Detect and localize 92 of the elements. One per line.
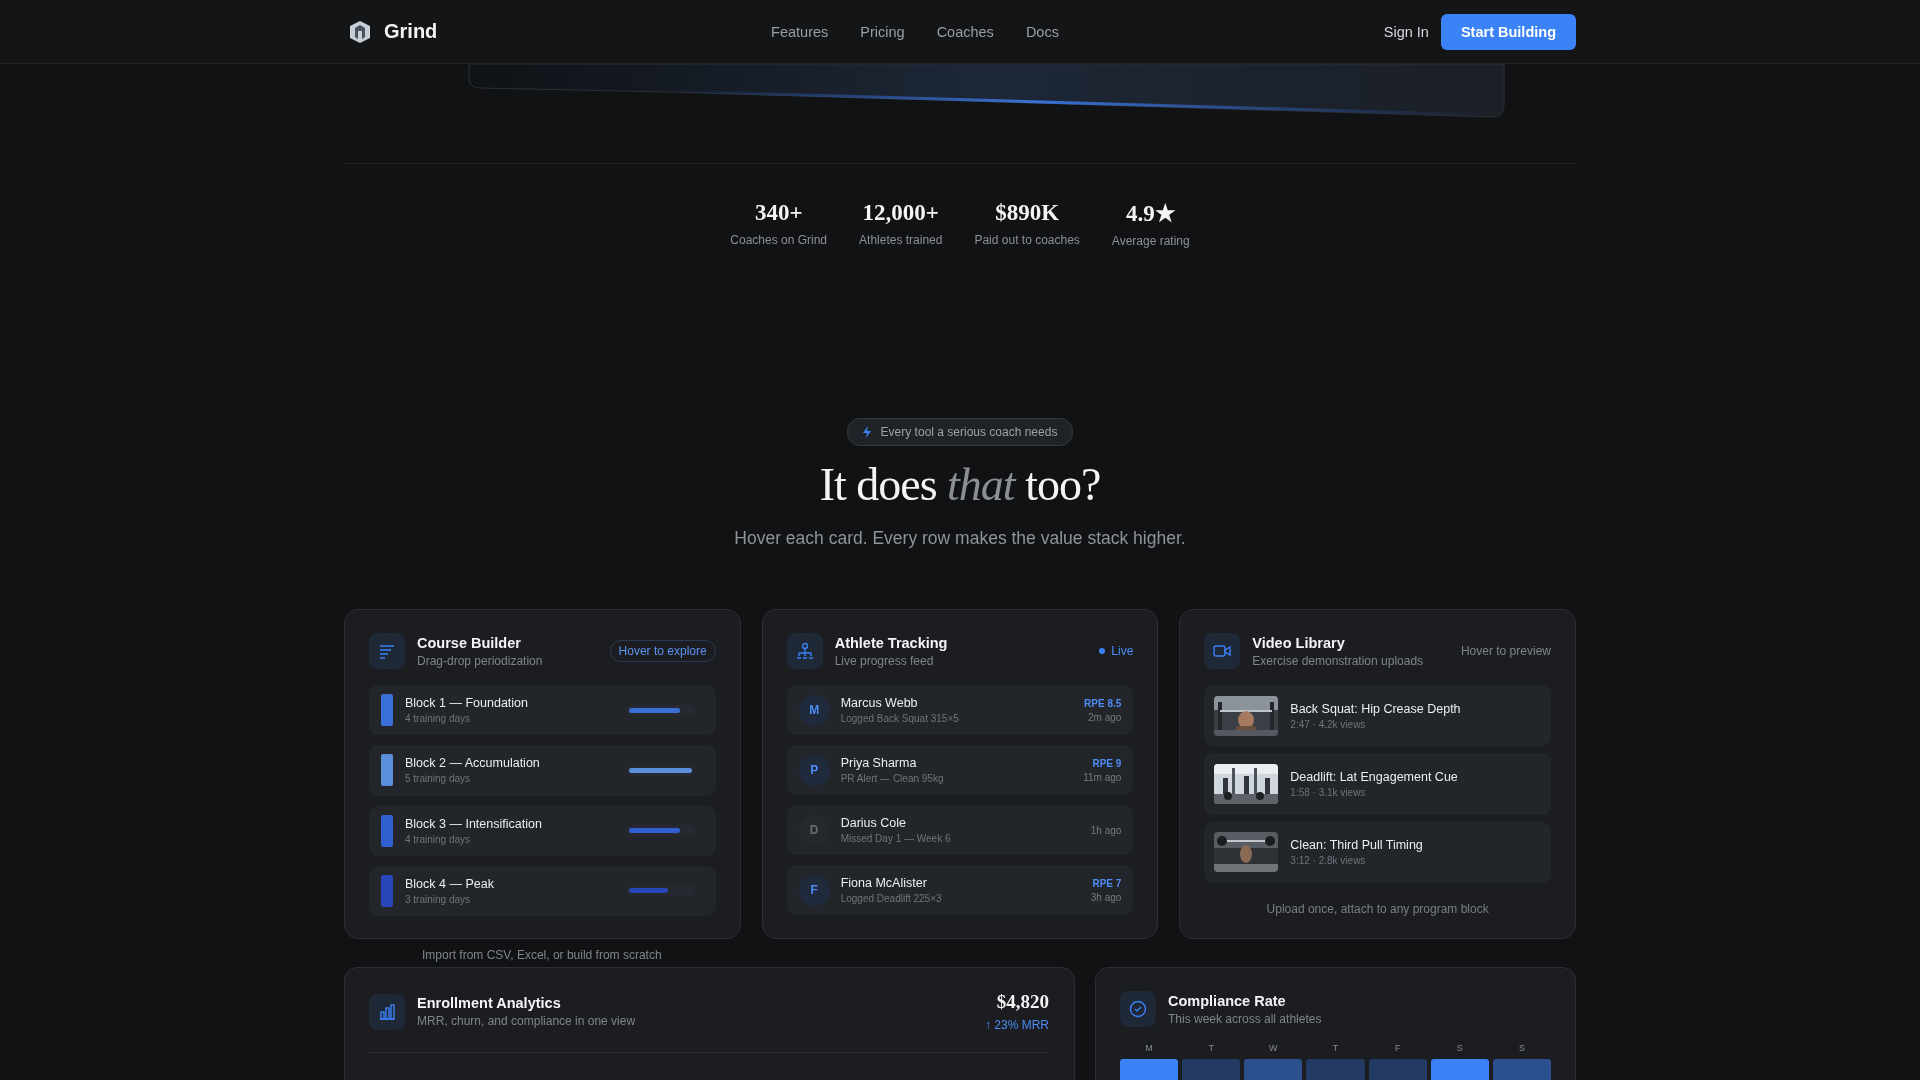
avatar: M (798, 694, 830, 726)
lines-icon (378, 642, 396, 660)
athlete-activity: Logged Back Squat 315×5 (840, 713, 960, 724)
block-name: Block 4 — Peak (405, 876, 495, 891)
card-subtitle: Drag-drop periodization (417, 653, 544, 668)
mrr-change: ↑ 23% MRR (985, 1018, 1049, 1032)
stat-value: 340+ (754, 200, 803, 226)
athlete-name: Priya Sharma (840, 756, 918, 770)
lightning-icon (861, 426, 872, 438)
athlete-row[interactable]: M Marcus Webb Logged Back Squat 315×5 RPE 8.5 2m ago (786, 685, 1134, 735)
athlete-row[interactable]: P Priya Sharma PR Alert — Clean 95kg RPE 9 11m ago (786, 745, 1134, 795)
start-building-button[interactable]: Start Building (1440, 13, 1576, 50)
badge-text: Every tool a serious coach needs (880, 425, 1058, 439)
check-circle-icon (1129, 1000, 1147, 1018)
card-subtitle: Live progress feed (834, 653, 935, 668)
video-meta: 3:12 · 2.8k views (1290, 855, 1367, 867)
video-row[interactable]: Back Squat: Hip Crease Depth 2:47 · 4.2k views (1204, 685, 1551, 747)
rpe-score: RPE 7 (1092, 877, 1122, 889)
card-subtitle: This week across all athletes (1168, 1011, 1323, 1026)
block-days: 4 training days (405, 833, 614, 845)
block-name: Block 2 — Accumulation (405, 756, 541, 771)
live-status: Live (1111, 644, 1134, 658)
card-title: Athlete Tracking (834, 634, 949, 651)
video-meta: 1:58 · 3.1k views (1290, 787, 1367, 798)
section-heading: It does that too? (819, 458, 1101, 512)
live-dot-icon (1099, 648, 1106, 654)
card-subtitle: MRR, churn, and compliance in one view (417, 1014, 637, 1028)
athlete-activity: Missed Day 1 — Week 6 (840, 833, 952, 844)
people-network-icon (795, 642, 814, 660)
card-title: Video Library (1252, 634, 1346, 651)
block-row[interactable]: Block 3 — Intensification 4 training days (369, 805, 716, 856)
athlete-activity: Logged Deadlift 225×3 (840, 893, 943, 904)
day-label: M (1145, 1043, 1153, 1053)
rpe-score: RPE 9 (1092, 757, 1122, 769)
mrr-value: $4,820 (996, 991, 1049, 1013)
rpe-score: RPE 8.5 (1084, 697, 1122, 709)
stat-label: Average rating (1111, 234, 1190, 248)
bar-chart-icon (378, 1002, 396, 1021)
athlete-name: Marcus Webb (840, 696, 919, 710)
timestamp: 1h ago (1090, 824, 1122, 836)
video-title: Deadlift: Lat Engagement Cue (1290, 770, 1459, 784)
day-label: F (1394, 1043, 1401, 1053)
day-label: S (1518, 1043, 1525, 1053)
card-title: Course Builder (417, 634, 522, 651)
block-days: 4 training days (405, 713, 614, 725)
timestamp: 3h ago (1090, 891, 1122, 903)
block-days: 3 training days (405, 893, 614, 905)
video-row[interactable]: Clean: Third Pull Timing 3:12 · 2.8k views (1204, 821, 1551, 883)
avatar: F (798, 874, 830, 906)
athlete-row[interactable]: D Darius Cole Missed Day 1 — Week 6 1h ago (786, 805, 1134, 855)
card-title: Compliance Rate (1168, 992, 1287, 1009)
section-subtitle: Hover each card. Every row makes the value stack higher. (734, 528, 1186, 549)
video-title: Back Squat: Hip Crease Depth (1290, 701, 1462, 716)
day-label: T (1208, 1043, 1214, 1053)
stat-label: Coaches on Grind (730, 233, 828, 247)
nav-link[interactable]: Docs (1025, 23, 1059, 40)
stat-label: Paid out to coaches (974, 233, 1080, 247)
block-row[interactable]: Block 4 — Peak 3 training days (369, 865, 716, 916)
day-label: S (1456, 1043, 1463, 1053)
athlete-name: Fiona McAlister (840, 876, 928, 890)
stat-value: 12,000+ (862, 200, 939, 226)
video-row[interactable]: Deadlift: Lat Engagement Cue 1:58 · 3.1k views (1204, 753, 1551, 815)
nav-link[interactable]: Pricing (860, 23, 905, 40)
video-title: Clean: Third Pull Timing (1290, 838, 1424, 853)
athlete-name: Darius Cole (840, 816, 907, 830)
sign-in-link[interactable]: Sign In (1383, 23, 1429, 40)
nav-link[interactable]: Coaches (936, 23, 994, 40)
athlete-row[interactable]: F Fiona McAlister Logged Deadlift 225×3 RPE 7 3h ago (786, 865, 1134, 915)
hover-hint: Hover to preview (1460, 644, 1551, 658)
logo-icon (348, 19, 372, 44)
brand-name[interactable]: Grind (384, 20, 438, 43)
day-label: T (1332, 1043, 1339, 1053)
block-name: Block 1 — Foundation (405, 696, 529, 711)
block-row[interactable]: Block 1 — Foundation 4 training days (369, 685, 716, 736)
block-name: Block 3 — Intensification (405, 816, 543, 831)
block-days: 5 training days (405, 773, 614, 785)
import-caption: Import from CSV, Excel, or build from scratch (422, 948, 663, 962)
card-title: Enrollment Analytics (417, 995, 562, 1011)
stat-value: $890K (995, 200, 1060, 226)
video-camera-icon (1213, 642, 1232, 660)
timestamp: 2m ago (1087, 711, 1122, 723)
timestamp: 11m ago (1083, 771, 1122, 783)
video-meta: 2:47 · 4.2k views (1290, 718, 1367, 730)
stat-value: 4.9★ (1125, 200, 1176, 227)
avatar: P (798, 754, 830, 786)
day-label: W (1269, 1043, 1278, 1053)
block-row[interactable]: Block 2 — Accumulation 5 training days (369, 745, 716, 796)
athlete-activity: PR Alert — Clean 95kg (840, 773, 945, 784)
nav-link[interactable]: Features (771, 23, 829, 40)
card-footnote: Upload once, attach to any program block (1265, 902, 1490, 916)
stat-label: Athletes trained (859, 233, 943, 247)
card-subtitle: Exercise demonstration uploads (1252, 653, 1425, 668)
